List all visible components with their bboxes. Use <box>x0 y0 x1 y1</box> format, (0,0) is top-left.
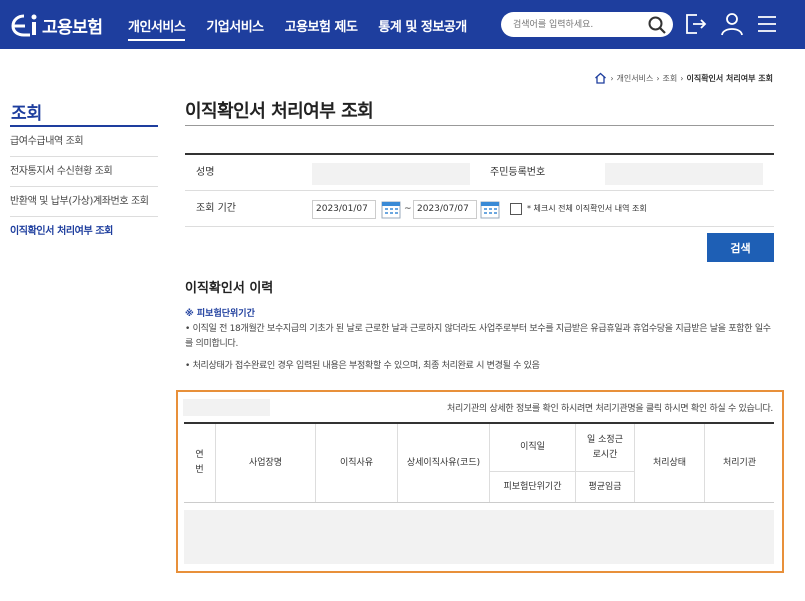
col-company: 사업장명 <box>215 424 315 502</box>
top-header: 고용보험 개인서비스 기업서비스 고용보험 제도 통계 및 정보공개 <box>0 0 805 49</box>
date-to-field[interactable]: 2023/07/07 <box>413 200 477 219</box>
date-from-field[interactable]: 2023/01/07 <box>312 200 376 219</box>
search-box <box>501 12 673 37</box>
form-row-name: 성명 주민등록번호 <box>185 155 774 191</box>
sidebar-menu: 급여수급내역 조회 전자통지서 수신현황 조회 반환액 및 납부(가상)계좌번호… <box>10 127 158 247</box>
result-count-box <box>183 399 270 416</box>
calendar-icon[interactable] <box>381 199 401 219</box>
search-form: 성명 주민등록번호 조회 기간 2023/01/07 ~ 2023/07/07 … <box>185 153 774 227</box>
period-label: 조회 기간 <box>196 191 236 227</box>
col-avg-wage: 평균임금 <box>575 472 634 502</box>
nav-personal-service[interactable]: 개인서비스 <box>128 16 185 41</box>
all-history-label: * 체크시 전체 이직확인서 내역 조회 <box>527 191 647 227</box>
page-title: 이직확인서 처리여부 조회 <box>185 97 373 123</box>
ei-logo-icon <box>10 12 40 38</box>
nav-insurance-system[interactable]: 고용보험 제도 <box>285 16 358 41</box>
breadcrumb-sep-icon: › <box>610 74 613 83</box>
search-input[interactable] <box>513 16 643 33</box>
menu-icon[interactable] <box>755 12 779 36</box>
col-agency: 처리기관 <box>704 424 774 502</box>
col-status: 처리상태 <box>634 424 704 502</box>
sidebar-item-e-notice[interactable]: 전자통지서 수신현황 조회 <box>10 157 158 187</box>
nav-statistics[interactable]: 통계 및 정보공개 <box>378 16 466 41</box>
logo[interactable]: 고용보험 <box>10 12 103 38</box>
breadcrumb-item[interactable]: 조회 <box>663 73 678 84</box>
sidebar-title: 조회 <box>11 99 42 124</box>
col-work-hours: 일 소정근로시간 <box>575 424 634 472</box>
sidebar-item-benefit-history[interactable]: 급여수급내역 조회 <box>10 127 158 157</box>
breadcrumb-sep-icon: › <box>680 74 683 83</box>
global-nav: 개인서비스 기업서비스 고용보험 제도 통계 및 정보공개 <box>128 16 488 41</box>
rrn-label: 주민등록번호 <box>490 155 545 191</box>
title-divider <box>185 125 774 126</box>
note-heading: ※ 피보험단위기간 <box>185 306 255 319</box>
logout-icon[interactable] <box>684 12 708 36</box>
name-label: 성명 <box>196 155 214 191</box>
breadcrumb-current: 이직확인서 처리여부 조회 <box>686 73 773 84</box>
form-row-period: 조회 기간 2023/01/07 ~ 2023/07/07 * 체크시 전체 이… <box>185 191 774 227</box>
col-reason: 이직사유 <box>315 424 397 502</box>
note-insured-period: • 이직일 전 18개월간 보수지급의 기초가 된 날로 근로한 날과 근로하지… <box>185 322 775 352</box>
calendar-icon[interactable] <box>480 199 500 219</box>
history-title: 이직확인서 이력 <box>185 277 273 296</box>
user-icon[interactable] <box>720 12 744 36</box>
nav-corporate-service[interactable]: 기업서비스 <box>206 16 263 41</box>
breadcrumb-item[interactable]: 개인서비스 <box>617 73 654 84</box>
col-insured-period: 피보험단위기간 <box>489 472 575 502</box>
sidebar-item-separation-confirm[interactable]: 이직확인서 처리여부 조회 <box>10 217 158 247</box>
col-reason-detail: 상세이직사유(코드) <box>397 424 489 502</box>
home-icon[interactable] <box>594 72 607 84</box>
note-status: • 처리상태가 접수완료인 경우 입력된 내용은 부정확할 수 있으며, 최종 … <box>185 359 775 374</box>
date-range-separator: ~ <box>404 191 412 227</box>
name-value <box>312 163 470 185</box>
col-leave-date: 이직일 <box>489 424 575 472</box>
breadcrumb-sep-icon: › <box>656 74 659 83</box>
all-history-checkbox[interactable] <box>510 203 522 215</box>
breadcrumb: › 개인서비스 › 조회 › 이직확인서 처리여부 조회 <box>594 72 773 84</box>
agency-info-text: 처리기관의 상세한 정보를 확인 하시려면 처리기관명을 클릭 하시면 확인 하… <box>447 401 773 414</box>
rrn-value <box>605 163 763 185</box>
search-button[interactable]: 검색 <box>707 233 774 262</box>
col-no: 연번 <box>184 424 215 502</box>
history-table-header: 연번 사업장명 이직사유 상세이직사유(코드) 이직일 일 소정근로시간 피보험… <box>184 422 774 503</box>
sidebar-item-refund-account[interactable]: 반환액 및 납부(가상)계좌번호 조회 <box>10 187 158 217</box>
logo-text: 고용보험 <box>42 13 103 38</box>
search-icon[interactable] <box>647 15 667 35</box>
history-table-body <box>184 510 774 564</box>
